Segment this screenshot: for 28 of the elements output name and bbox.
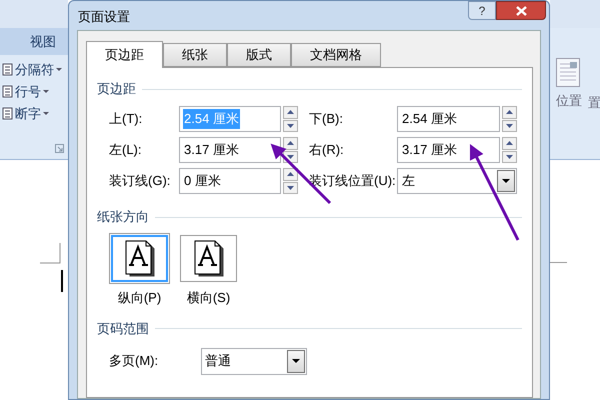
ribbon-command[interactable]: 行号 — [2, 83, 68, 100]
section-heading: 页边距 — [97, 80, 136, 98]
window-title: 页面设置 — [78, 8, 130, 26]
orientation-label: 横向(S) — [186, 289, 230, 307]
dropdown[interactable]: 普通 — [201, 348, 307, 374]
spin-field[interactable]: 0 厘米 — [179, 168, 281, 194]
ribbon-command[interactable]: 分隔符 — [2, 61, 68, 78]
dropdown[interactable]: 左 — [397, 168, 517, 194]
field-label: 上(T): — [109, 110, 144, 128]
field-label: 装订线(G): — [109, 172, 172, 190]
tab[interactable]: 文档网格 — [291, 43, 381, 67]
spin-field[interactable]: 3.17 厘米 — [397, 137, 500, 163]
spin-field[interactable]: 3.17 厘米 — [179, 137, 281, 163]
spin-field[interactable]: 2.54 厘米 — [397, 106, 500, 132]
field-label: 多页(M): — [109, 352, 160, 370]
help-button[interactable]: ? — [468, 1, 496, 20]
field-label: 下(B): — [309, 110, 344, 128]
field-label: 右(R): — [309, 141, 345, 160]
ribbon-tab[interactable]: 视图 — [30, 32, 56, 52]
orientation-label: 纵向(P) — [118, 289, 162, 307]
tab[interactable]: 版式 — [227, 43, 291, 67]
tab[interactable]: 页边距 — [86, 41, 163, 68]
ribbon-command[interactable]: 断字 — [2, 105, 68, 122]
field-label: 左(L): — [109, 141, 142, 160]
section-heading: 页码范围 — [97, 320, 149, 338]
section-heading: 纸张方向 — [97, 208, 149, 226]
ribbon-command[interactable]: 位置 — [556, 58, 582, 159]
tab[interactable]: 纸张 — [163, 43, 227, 67]
